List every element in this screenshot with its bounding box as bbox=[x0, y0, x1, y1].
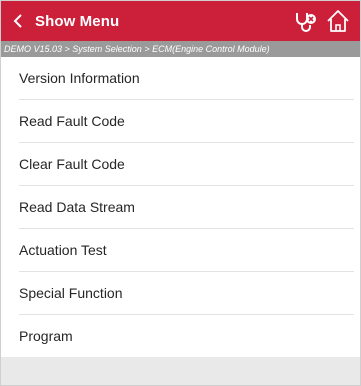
menu-item-read-fault-code[interactable]: Read Fault Code bbox=[19, 100, 354, 143]
menu-item-read-data-stream[interactable]: Read Data Stream bbox=[19, 186, 354, 229]
menu-item-actuation-test[interactable]: Actuation Test bbox=[19, 229, 354, 272]
chevron-left-icon bbox=[13, 14, 22, 28]
back-button[interactable] bbox=[1, 1, 35, 41]
diagnose-button[interactable] bbox=[292, 7, 320, 35]
page-title: Show Menu bbox=[35, 12, 120, 30]
stethoscope-icon bbox=[296, 13, 316, 32]
home-icon bbox=[327, 10, 349, 32]
menu-item-special-function[interactable]: Special Function bbox=[19, 272, 354, 315]
menu-item-clear-fault-code[interactable]: Clear Fault Code bbox=[19, 143, 354, 186]
menu-item-version-information[interactable]: Version Information bbox=[19, 57, 354, 100]
menu-item-program[interactable]: Program bbox=[19, 315, 354, 357]
menu-list: Version Information Read Fault Code Clea… bbox=[1, 57, 360, 357]
app-window: Show Menu DEMO V15.03 > System Selection… bbox=[0, 0, 361, 386]
home-button[interactable] bbox=[324, 7, 352, 35]
top-bar: Show Menu bbox=[1, 1, 360, 41]
breadcrumb: DEMO V15.03 > System Selection > ECM(Eng… bbox=[1, 41, 360, 57]
